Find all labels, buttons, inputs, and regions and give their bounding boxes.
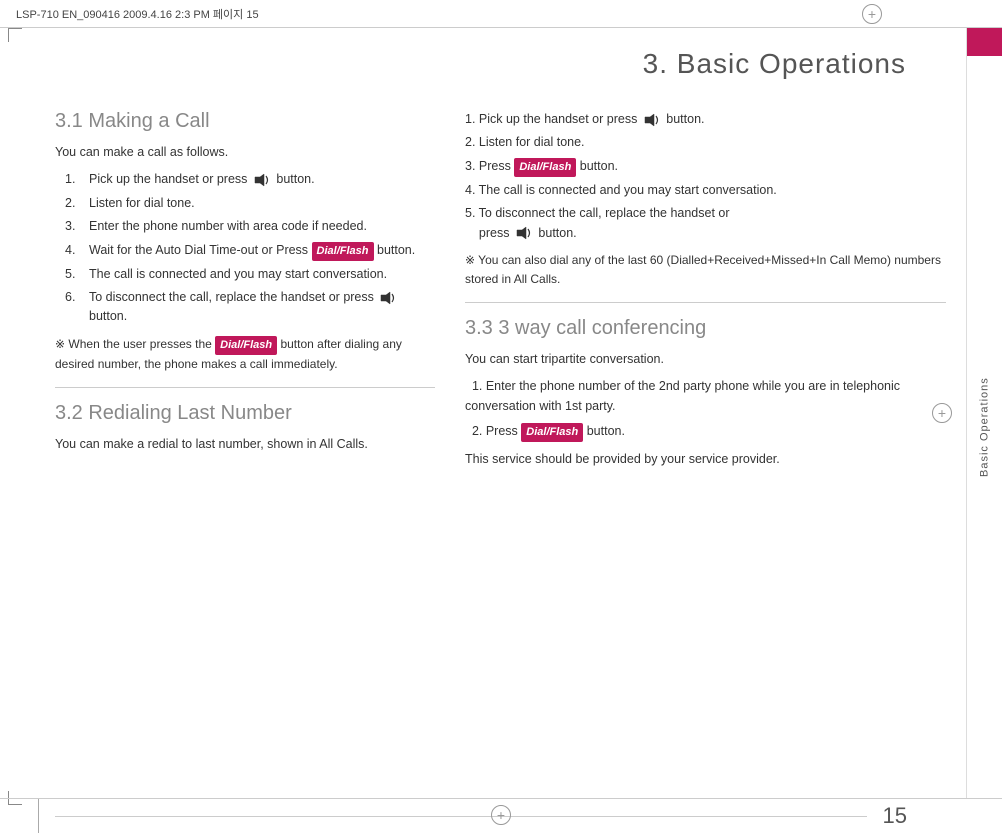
step-33-2: 2. Press Dial/Flash button. (465, 422, 946, 442)
speaker-icon-2 (379, 291, 397, 305)
section-33-top-steps: 1. Pick up the handset or press button. … (465, 110, 946, 288)
section-32-intro: You can make a redial to last number, sh… (55, 435, 435, 454)
sidebar-accent (967, 28, 1002, 56)
sidebar-label: Basic Operations (967, 56, 1002, 798)
page: LSP-710 EN_090416 2009.4.16 2:3 PM 페이지 1… (0, 0, 1002, 833)
page-content: 3. Basic Operations 3.1 Making a Call Yo… (0, 28, 966, 798)
speaker-icon-1 (253, 173, 271, 187)
section-31-intro: You can make a call as follows. (55, 143, 435, 162)
header-crosshair (862, 4, 882, 24)
footer-line (55, 816, 867, 817)
section-33-heading: 3.3 3 way call conferencing (465, 317, 946, 340)
step-33r-1: 1. Pick up the handset or press button. (465, 110, 946, 129)
right-sidebar: Basic Operations (966, 28, 1002, 798)
section-31: 3.1 Making a Call You can make a call as… (55, 110, 435, 373)
step-33r-5: 5. To disconnect the call, replace the h… (465, 204, 946, 243)
footer-left-line (38, 799, 39, 833)
section-31-note: ※ When the user presses the Dial/Flash b… (55, 335, 435, 374)
step-33r-4: 4. The call is connected and you may sta… (465, 181, 946, 200)
step-31-3: 3. Enter the phone number with area code… (65, 217, 435, 236)
file-info: LSP-710 EN_090416 2009.4.16 2:3 PM 페이지 1… (16, 6, 259, 22)
left-column: 3.1 Making a Call You can make a call as… (55, 100, 435, 478)
step-31-6: 6. To disconnect the call, replace the h… (65, 288, 435, 327)
step-33r-2: 2. Listen for dial tone. (465, 133, 946, 152)
dial-flash-badge-2: Dial/Flash (215, 336, 277, 355)
header-bar: LSP-710 EN_090416 2009.4.16 2:3 PM 페이지 1… (0, 0, 1002, 28)
step-31-4: 4. Wait for the Auto Dial Time-out or Pr… (65, 241, 435, 261)
step-31-2: 2. Listen for dial tone. (65, 194, 435, 213)
bottom-crosshair (491, 805, 511, 825)
right-column: 1. Pick up the handset or press button. … (465, 100, 946, 478)
step-33-1: 1. Enter the phone number of the 2nd par… (465, 377, 946, 416)
divider-32 (55, 387, 435, 388)
section-31-heading: 3.1 Making a Call (55, 110, 435, 133)
step-33r-3: 3. Press Dial/Flash button. (465, 157, 946, 177)
step-31-1: 1. Pick up the handset or press button. (65, 170, 435, 189)
content-area: 3. Basic Operations 3.1 Making a Call Yo… (0, 28, 1002, 798)
page-footer: 15 (0, 798, 1002, 833)
step-31-5: 5. The call is connected and you may sta… (65, 265, 435, 284)
page-title: 3. Basic Operations (55, 48, 946, 80)
two-column-layout: 3.1 Making a Call You can make a call as… (55, 100, 946, 478)
section-33-note: ※ You can also dial any of the last 60 (… (465, 251, 946, 288)
speaker-icon-4 (515, 226, 533, 240)
section-33-steps: 1. Enter the phone number of the 2nd par… (465, 377, 946, 442)
dial-flash-badge-1: Dial/Flash (312, 242, 374, 261)
right-crosshair (932, 403, 952, 423)
section-32-heading: 3.2 Redialing Last Number (55, 402, 435, 425)
section-31-steps: 1. Pick up the handset or press button. (55, 170, 435, 326)
section-33-outro: This service should be provided by your … (465, 450, 946, 469)
divider-33 (465, 302, 946, 303)
section-32: 3.2 Redialing Last Number You can make a… (55, 402, 435, 454)
section-33-intro: You can start tripartite conversation. (465, 350, 946, 369)
section-33: 3.3 3 way call conferencing You can star… (465, 317, 946, 470)
section-33-right-steps: 1. Pick up the handset or press button. … (465, 110, 946, 243)
speaker-icon-3 (643, 113, 661, 127)
dial-flash-badge-3: Dial/Flash (514, 158, 576, 177)
dial-flash-badge-4: Dial/Flash (521, 423, 583, 442)
page-number: 15 (883, 803, 947, 829)
